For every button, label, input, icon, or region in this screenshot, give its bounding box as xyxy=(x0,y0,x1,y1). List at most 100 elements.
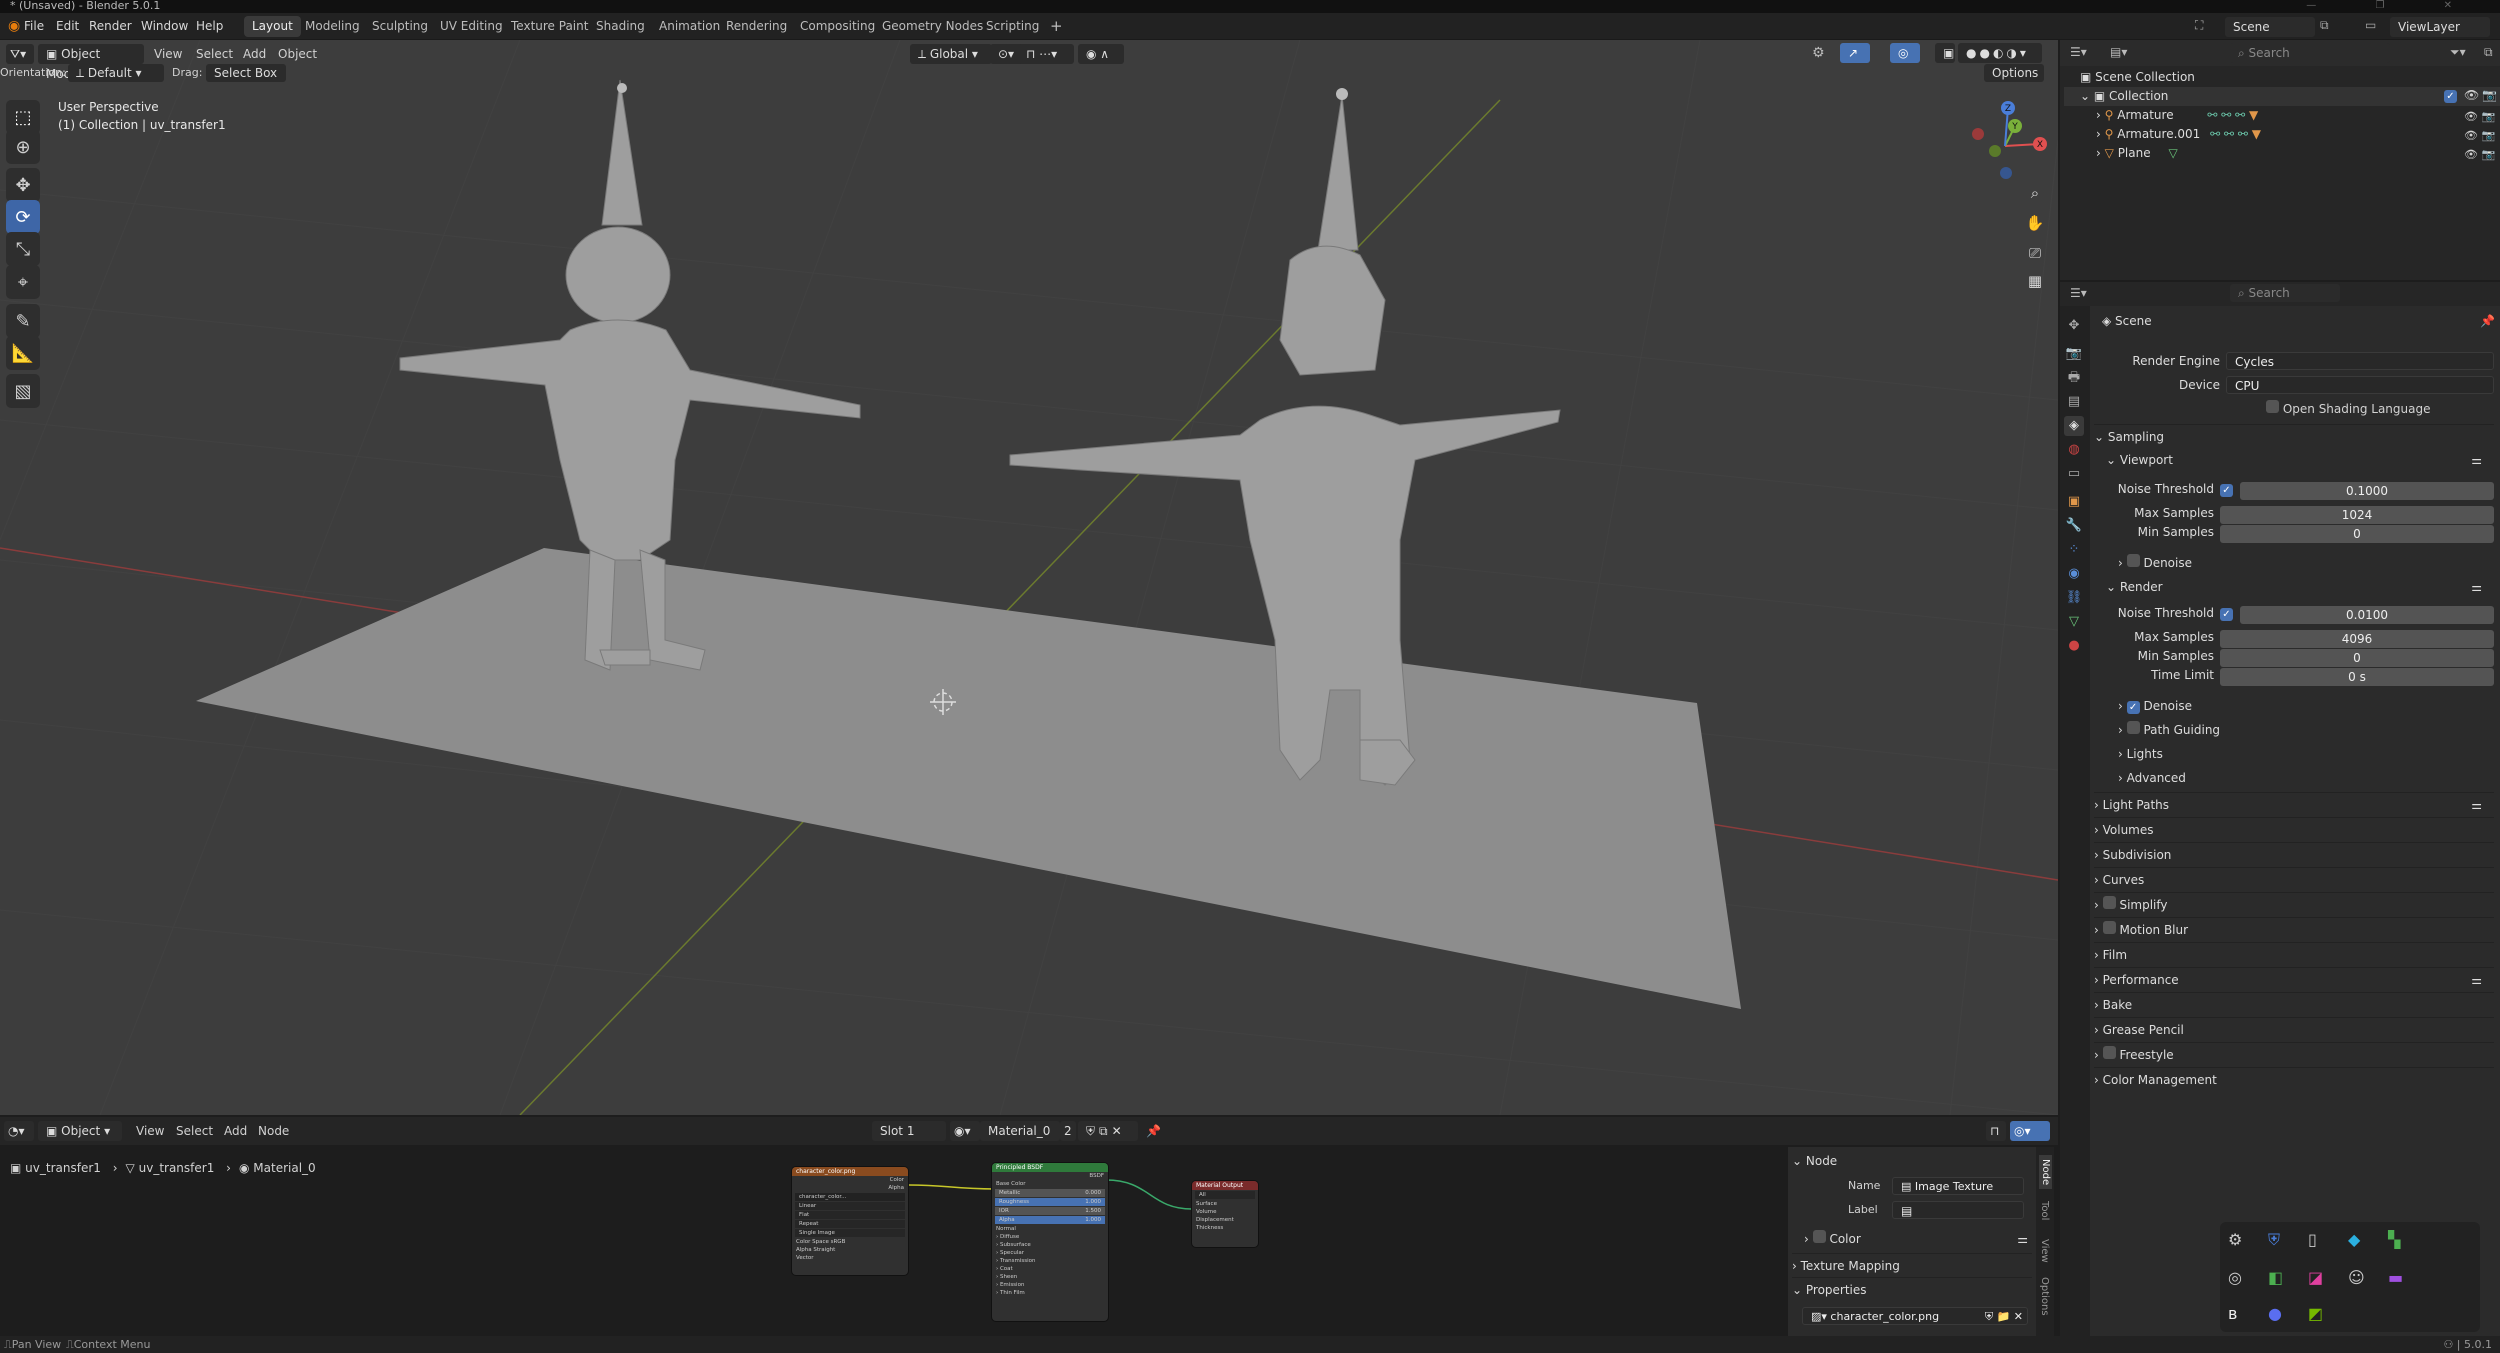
blender-logo-icon[interactable]: ◉ xyxy=(8,13,20,40)
r-time-field[interactable]: 0 s xyxy=(2220,668,2494,686)
node-editor-type-icon[interactable]: ◔▾ xyxy=(4,1121,34,1141)
node-menu-view[interactable]: View xyxy=(136,1124,164,1138)
scene-selector[interactable]: Scene xyxy=(2225,17,2315,37)
bsdf-roughness[interactable]: Roughness 1.000 xyxy=(995,1198,1105,1206)
bsdf-ior[interactable]: IOR 1.500 xyxy=(995,1207,1105,1215)
breadcrumb-material[interactable]: Material_0 xyxy=(253,1161,315,1175)
node-menu-select[interactable]: Select xyxy=(176,1124,213,1138)
vp-min-field[interactable]: 0 xyxy=(2220,525,2494,543)
image-file-field[interactable]: character_color... xyxy=(795,1193,905,1201)
outliner-search-input[interactable]: ⌕ Search xyxy=(2230,43,2390,63)
tab-scripting[interactable]: Scripting xyxy=(978,16,1047,37)
annotate-tool-icon[interactable]: ✎ xyxy=(6,304,40,338)
item-visibility-icons[interactable]: 👁 📷 👁 📷 👁 📷 xyxy=(2464,107,2495,164)
outliner-collection-row[interactable]: ⌄ ▣ Collection xyxy=(2064,87,2500,106)
grease-pencil-panel[interactable]: › Grease Pencil xyxy=(2094,1017,2494,1041)
view-layer-tab-icon[interactable]: ▤ xyxy=(2064,392,2084,412)
vp-noise-checkbox[interactable]: ✓ xyxy=(2220,484,2233,497)
node-panel-header[interactable]: ⌄ Node xyxy=(1792,1149,2032,1173)
filter-icon[interactable]: ⏷▾ xyxy=(2450,45,2466,60)
curves-panel[interactable]: › Curves xyxy=(2094,867,2494,891)
tab-compositing[interactable]: Compositing xyxy=(792,16,883,37)
tab-shading[interactable]: Shading xyxy=(588,16,653,37)
r-denoise-subpanel[interactable]: › ✓ Denoise xyxy=(2118,694,2192,718)
tab-layout[interactable]: Layout xyxy=(244,16,301,37)
scene-tab-icon[interactable]: ◈ xyxy=(2064,416,2084,436)
menu-view[interactable]: View xyxy=(154,47,182,61)
tray-nvidia-icon[interactable]: ◧ xyxy=(2268,1268,2283,1287)
drag-selector[interactable]: Select Box xyxy=(206,64,286,82)
path-guiding-subpanel[interactable]: › Path Guiding xyxy=(2118,718,2220,742)
sidebar-tab-view[interactable]: View xyxy=(2039,1239,2050,1263)
tray-usb-icon[interactable]: ▯ xyxy=(2308,1230,2317,1249)
tray-purple-icon[interactable]: ▬ xyxy=(2388,1268,2403,1287)
window-controls[interactable]: — ❐ ✕ xyxy=(2306,0,2480,11)
material-name-field[interactable]: Material_0 xyxy=(980,1121,1060,1141)
node-menu-node[interactable]: Node xyxy=(258,1124,289,1138)
menu-render[interactable]: Render xyxy=(89,13,132,40)
image-colorspace-row[interactable]: Color Space sRGB xyxy=(792,1238,908,1246)
proportional-edit-icon[interactable]: ◉ ∧ xyxy=(1078,44,1124,64)
film-panel[interactable]: › Film xyxy=(2094,942,2494,966)
material-pin-icon[interactable]: 📌 xyxy=(1146,1124,1161,1138)
tab-uv-editing[interactable]: UV Editing xyxy=(432,16,511,37)
breadcrumb-mesh[interactable]: uv_transfer1 xyxy=(139,1161,215,1175)
r-noise-field[interactable]: 0.0100 xyxy=(2240,606,2494,624)
bsdf-metallic[interactable]: Metallic 0.000 xyxy=(995,1189,1105,1197)
tray-cloud-icon[interactable]: ◆ xyxy=(2348,1230,2360,1249)
tray-settings-icon[interactable]: ◎ xyxy=(2228,1268,2242,1287)
new-collection-icon[interactable]: ⧉ xyxy=(2484,45,2493,60)
viewport-subpanel[interactable]: ⌄ Viewport ⚌ xyxy=(2106,448,2494,472)
image-source[interactable]: Single Image xyxy=(795,1229,905,1237)
move-tool-icon[interactable]: ✥ xyxy=(6,168,40,202)
sidebar-tab-options[interactable]: Options xyxy=(2039,1277,2050,1316)
subdivision-panel[interactable]: › Subdivision xyxy=(2094,842,2494,866)
r-min-field[interactable]: 0 xyxy=(2220,649,2494,667)
orientation-selector[interactable]: ⟂ Default ▾ xyxy=(68,64,164,82)
bsdf-sub-emission[interactable]: › Emission xyxy=(992,1281,1108,1289)
menu-window[interactable]: Window xyxy=(141,13,188,40)
camera-view-icon[interactable]: ⎚ xyxy=(2022,240,2048,266)
constraints-tab-icon[interactable]: ⛓ xyxy=(2064,588,2084,608)
menu-file[interactable]: File xyxy=(24,13,44,40)
transform-tool-icon[interactable]: ⌖ xyxy=(6,265,40,299)
bsdf-sub-subsurface[interactable]: › Subsurface xyxy=(992,1241,1108,1249)
bsdf-sub-thin-film[interactable]: › Thin Film xyxy=(992,1289,1108,1297)
tray-green-icon[interactable]: ▚ xyxy=(2388,1230,2400,1249)
outliner-item-armature-001[interactable]: › ⚲ Armature.001 ⚯ ⚯ ⚯ ▼ xyxy=(2096,125,2261,144)
collection-visibility-icon[interactable]: 👁 xyxy=(2464,88,2479,102)
overlay-toggle-icon[interactable]: ◎ xyxy=(1890,43,1920,63)
add-cube-tool-icon[interactable]: ▧ xyxy=(6,374,40,408)
vp-denoise-subpanel[interactable]: › Denoise xyxy=(2118,551,2192,575)
image-projection[interactable]: Flat xyxy=(795,1211,905,1219)
world-tab-icon[interactable]: ◍ xyxy=(2064,440,2084,460)
add-workspace-icon[interactable]: + xyxy=(1042,16,1071,37)
bsdf-sub-transmission[interactable]: › Transmission xyxy=(992,1257,1108,1265)
principled-bsdf-node[interactable]: Principled BSDF BSDF Base Color Metallic… xyxy=(992,1163,1108,1321)
mode-selector[interactable]: ▣ Object Mode ▾ xyxy=(38,44,144,81)
bsdf-alpha[interactable]: Alpha 1.000 xyxy=(995,1216,1105,1224)
select-box-tool-icon[interactable]: ⬚ xyxy=(6,100,40,134)
3d-viewport[interactable] xyxy=(0,40,2058,1115)
tray-pink-icon[interactable]: ◪ xyxy=(2308,1268,2323,1287)
sidebar-tab-node[interactable]: Node xyxy=(2039,1155,2052,1190)
tray-shield-icon[interactable]: ⛨ xyxy=(2268,1230,2280,1250)
image-datablock-field[interactable]: ▨▾ character_color.png ⛨ 📁 ✕ xyxy=(1802,1307,2028,1325)
material-browse-icon[interactable]: ◉▾ xyxy=(950,1121,980,1141)
options-button[interactable]: Options xyxy=(1984,64,2044,82)
node-color-subpanel[interactable]: › Color ⚌ xyxy=(1804,1227,2032,1251)
motion-blur-panel[interactable]: › Motion Blur xyxy=(2094,917,2494,941)
osl-checkbox[interactable]: Open Shading Language xyxy=(2266,400,2430,416)
navigation-gizmo[interactable]: X Y Z xyxy=(1960,96,2050,186)
tab-rendering[interactable]: Rendering xyxy=(718,16,795,37)
vp-noise-field[interactable]: 0.1000 xyxy=(2240,482,2494,500)
render-subpanel[interactable]: ⌄ Render ⚌ xyxy=(2106,575,2494,599)
tray-bluetooth-icon[interactable]: ʙ xyxy=(2228,1304,2237,1323)
collection-tab-icon[interactable]: ▭ xyxy=(2064,464,2084,484)
properties-search-input[interactable]: ⌕ Search xyxy=(2230,284,2340,302)
editor-type-icon[interactable]: ⛛▾ xyxy=(6,44,34,64)
r-max-field[interactable]: 4096 xyxy=(2220,630,2494,648)
render-engine-selector[interactable]: Cycles xyxy=(2226,352,2494,370)
menu-edit[interactable]: Edit xyxy=(56,13,79,40)
node-name-field[interactable]: ▤ Image Texture xyxy=(1892,1177,2024,1195)
